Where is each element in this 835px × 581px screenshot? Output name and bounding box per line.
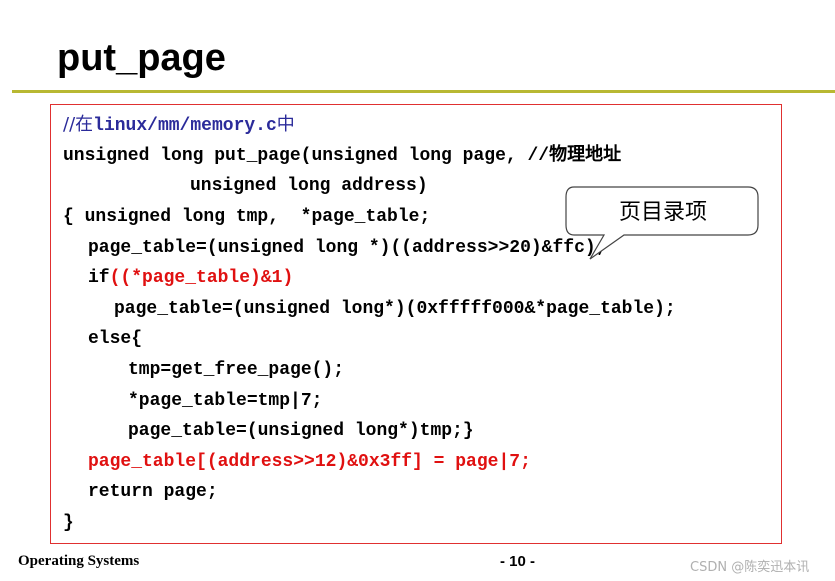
code-line-return: return page;	[88, 482, 218, 502]
code-line-map-page: page_table[(address>>12)&0x3ff] = page|7…	[88, 452, 531, 472]
footer-page-number: - 10 -	[500, 553, 536, 570]
title-divider	[12, 90, 835, 93]
code-line-signature: unsigned long put_page(unsigned long pag…	[63, 145, 621, 167]
code-line-parameter: unsigned long address)	[190, 176, 428, 196]
signature-code: unsigned long put_page(unsigned long pag…	[63, 146, 528, 166]
watermark: CSDN @陈奕迅本讯	[690, 560, 810, 575]
code-line-if: if((*page_table)&1)	[88, 267, 293, 289]
code-line-set-entry: *page_table=tmp|7;	[128, 391, 323, 411]
if-condition: ((*page_table)&1)	[109, 268, 294, 288]
code-line-else: else{	[88, 329, 143, 349]
comment-path: linux/mm/memory.c	[93, 116, 277, 136]
code-line-page-table-index: page_table=(unsigned long *)((address>>2…	[88, 238, 607, 258]
signature-comment: //物理地址	[527, 146, 622, 166]
code-line-assign-table: page_table=(unsigned long*)tmp;}	[128, 421, 474, 441]
code-line-page-table-mask: page_table=(unsigned long*)(0xfffff000&*…	[114, 299, 676, 319]
callout-page-directory-entry: 页目录项	[562, 183, 762, 263]
slide-title: put_page	[57, 37, 226, 79]
code-line-declarations: { unsigned long tmp, *page_table;	[63, 207, 431, 227]
code-line-get-free-page: tmp=get_free_page();	[128, 360, 345, 380]
code-box	[50, 104, 782, 544]
code-line-closing-brace: }	[63, 513, 74, 533]
footer-course-name: Operating Systems	[18, 553, 140, 569]
callout-label: 页目录项	[618, 200, 707, 225]
comment-suffix: 中	[276, 114, 295, 135]
code-line-source-comment: //在linux/mm/memory.c中	[63, 114, 295, 137]
if-keyword: if	[88, 268, 110, 288]
comment-prefix: //在	[63, 114, 94, 135]
